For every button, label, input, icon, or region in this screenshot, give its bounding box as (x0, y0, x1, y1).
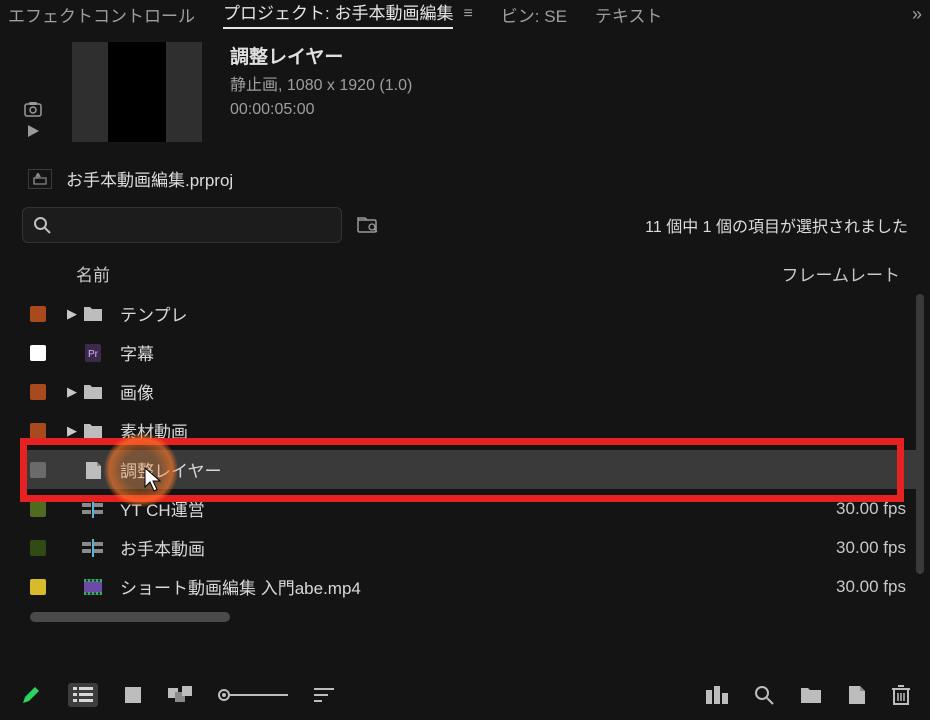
search-row: 11 個中 1 個の項目が選択されました (0, 199, 930, 253)
project-item-row[interactable]: ▶ショート動画編集 入門abe.mp430.00 fps (20, 567, 918, 606)
tab-bin-se[interactable]: ビン: SE (501, 2, 567, 27)
item-name: 素材動画 (120, 418, 786, 443)
expand-toggle-icon[interactable]: ▶ (64, 306, 80, 322)
zoom-slider[interactable] (218, 688, 288, 702)
label-color-swatch[interactable] (30, 423, 46, 439)
item-type-icon (80, 306, 106, 322)
tab-text[interactable]: テキスト (595, 2, 663, 27)
project-item-row[interactable]: ▶調整レイヤー (20, 450, 918, 489)
automate-to-sequence-button[interactable] (706, 685, 728, 705)
project-item-row[interactable]: ▶Pr字幕 (20, 333, 918, 372)
search-bin-button[interactable] (356, 213, 380, 237)
column-name[interactable]: 名前 (76, 261, 750, 286)
item-name: ショート動画編集 入門abe.mp4 (120, 574, 786, 599)
label-color-swatch[interactable] (30, 540, 46, 556)
project-item-row[interactable]: ▶ 素材動画 (20, 411, 918, 450)
project-item-list: ▶テンプレ▶Pr字幕▶画像▶素材動画▶調整レイヤー▶YT CH運営30.00 f… (20, 294, 918, 606)
expand-toggle-icon[interactable]: ▶ (64, 384, 80, 400)
new-item-button[interactable] (848, 685, 866, 705)
label-color-swatch[interactable] (30, 345, 46, 361)
panel-menu-icon[interactable]: ≡ (463, 5, 472, 23)
item-name: テンプレ (120, 301, 786, 326)
label-color-swatch[interactable] (30, 384, 46, 400)
project-item-row[interactable]: ▶ 画像 (20, 372, 918, 411)
delete-button[interactable] (892, 685, 910, 705)
item-name: お手本動画 (120, 535, 786, 560)
search-icon (33, 216, 51, 234)
find-button[interactable] (754, 685, 774, 705)
expand-toggle-icon[interactable]: ▶ (64, 423, 80, 439)
svg-text:Pr: Pr (88, 349, 99, 360)
item-type-icon (80, 539, 106, 557)
item-type-icon (80, 578, 106, 596)
clip-info: 静止画, 1080 x 1920 (1.0) (230, 75, 412, 97)
label-color-swatch[interactable] (30, 306, 46, 322)
new-bin-button[interactable] (800, 685, 822, 705)
list-view-button[interactable] (68, 683, 98, 707)
search-box[interactable] (22, 207, 342, 243)
horizontal-scrollbar[interactable] (30, 612, 910, 622)
project-filename[interactable]: お手本動画編集.prproj (66, 166, 233, 191)
item-name: 字幕 (120, 340, 786, 365)
item-framerate: 30.00 fps (786, 499, 906, 519)
write-mode-button[interactable] (20, 684, 42, 706)
column-headers: 名前 フレームレート (0, 253, 930, 294)
item-name: 画像 (120, 379, 786, 404)
freeform-view-button[interactable] (168, 686, 192, 704)
item-type-icon (80, 423, 106, 439)
sort-button[interactable] (314, 687, 334, 703)
tabs-overflow-icon[interactable]: » (912, 4, 922, 25)
search-input[interactable] (59, 215, 331, 235)
item-framerate: 30.00 fps (786, 538, 906, 558)
panel-tabbar: エフェクトコントロール プロジェクト: お手本動画編集 ≡ ビン: SE テキス… (0, 0, 930, 28)
tab-project[interactable]: プロジェクト: お手本動画編集 (223, 0, 453, 29)
nav-up-button[interactable] (28, 169, 52, 189)
poster-frame-button[interactable] (22, 98, 44, 120)
project-item-row[interactable]: ▶YT CH運営30.00 fps (20, 489, 918, 528)
column-framerate[interactable]: フレームレート (750, 261, 900, 286)
project-breadcrumb: お手本動画編集.prproj (0, 150, 930, 199)
icon-view-button[interactable] (124, 686, 142, 704)
selection-status: 11 個中 1 個の項目が選択されました (645, 213, 908, 237)
project-item-row[interactable]: ▶お手本動画30.00 fps (20, 528, 918, 567)
item-type-icon (80, 500, 106, 518)
project-item-row[interactable]: ▶ テンプレ (20, 294, 918, 333)
item-type-icon: Pr (80, 343, 106, 363)
label-color-swatch[interactable] (30, 462, 46, 478)
item-type-icon (80, 384, 106, 400)
item-name: 調整レイヤー (120, 457, 786, 482)
preview-area: 調整レイヤー 静止画, 1080 x 1920 (1.0) 00:00:05:0… (0, 28, 930, 150)
item-name: YT CH運営 (120, 496, 786, 521)
preview-play-button[interactable] (22, 120, 44, 142)
clip-title: 調整レイヤー (230, 42, 343, 69)
item-framerate: 30.00 fps (786, 577, 906, 597)
footer-toolbar (0, 670, 930, 720)
vertical-scrollbar[interactable] (916, 294, 924, 574)
tab-effect-controls[interactable]: エフェクトコントロール (8, 2, 195, 27)
label-color-swatch[interactable] (30, 579, 46, 595)
label-color-swatch[interactable] (30, 501, 46, 517)
clip-duration: 00:00:05:00 (230, 99, 315, 121)
item-type-icon (80, 460, 106, 480)
preview-thumbnail[interactable] (72, 42, 202, 142)
